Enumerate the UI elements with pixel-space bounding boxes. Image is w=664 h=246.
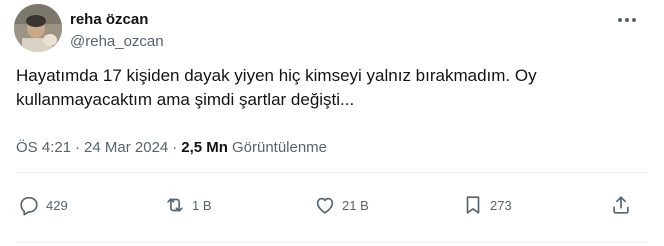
meta-separator: · bbox=[172, 139, 178, 156]
author-name[interactable]: reha özcan bbox=[70, 10, 148, 30]
meta-separator: · bbox=[75, 139, 81, 156]
like-button[interactable]: 21 B bbox=[314, 192, 369, 218]
retweet-count: 1 B bbox=[192, 197, 212, 213]
author-handle[interactable]: @reha_ozcan bbox=[70, 32, 164, 52]
bookmark-button[interactable]: 273 bbox=[462, 192, 512, 218]
share-icon bbox=[613, 196, 629, 214]
divider bbox=[16, 172, 648, 173]
avatar[interactable] bbox=[14, 4, 62, 52]
tweet-text: Hayatımda 17 kişiden dayak yiyen hiç kim… bbox=[16, 66, 537, 109]
bookmark-icon bbox=[466, 196, 480, 214]
retweet-button[interactable]: 1 B bbox=[164, 192, 212, 218]
divider bbox=[16, 242, 648, 243]
tweet-meta: ÖS 4:21 · 24 Mar 2024 · 2,5 Mn Görüntüle… bbox=[16, 138, 327, 158]
tweet-time[interactable]: ÖS 4:21 bbox=[16, 138, 71, 158]
more-icon bbox=[618, 18, 636, 22]
like-count: 21 B bbox=[342, 197, 369, 213]
views-label: Görüntülenme bbox=[231, 139, 328, 156]
share-button[interactable] bbox=[610, 192, 632, 218]
reply-button[interactable]: 429 bbox=[18, 192, 68, 218]
action-bar: 429 1 B 21 B 273 bbox=[16, 192, 648, 218]
reply-count: 429 bbox=[46, 197, 68, 213]
tweet-date[interactable]: 24 Mar 2024 bbox=[84, 138, 168, 158]
avatar-photo-icon bbox=[14, 4, 62, 52]
retweet-icon bbox=[167, 198, 183, 212]
more-button[interactable] bbox=[614, 10, 640, 30]
bookmark-count: 273 bbox=[490, 197, 512, 213]
reply-icon bbox=[20, 197, 38, 216]
views-count: 2,5 Mn bbox=[181, 139, 228, 156]
tweet-card: reha özcan @reha_ozcan Hayatımda 17 kişi… bbox=[0, 0, 664, 246]
like-icon bbox=[316, 197, 334, 214]
